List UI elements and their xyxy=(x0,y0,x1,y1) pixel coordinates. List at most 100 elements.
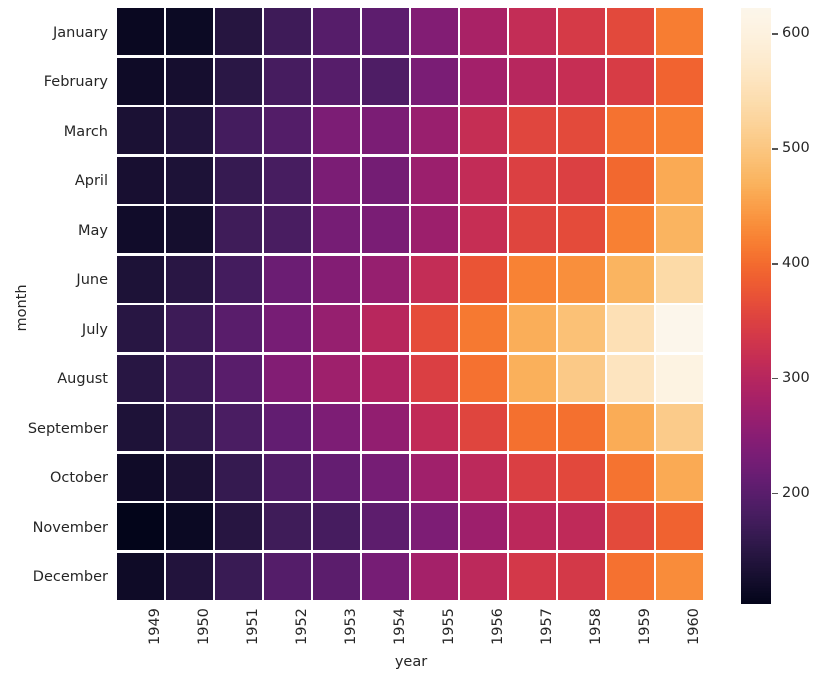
heatmap-cell xyxy=(215,206,262,254)
heatmap-cell xyxy=(313,354,360,402)
heatmap-cell xyxy=(117,404,164,452)
heatmap-cell xyxy=(362,57,409,105)
heatmap-cell xyxy=(558,354,605,402)
y-tick-label: June xyxy=(76,272,108,289)
y-tick-label: August xyxy=(57,371,108,388)
heatmap-cell xyxy=(656,156,703,204)
heatmap-cell xyxy=(607,107,654,155)
heatmap-cell xyxy=(166,552,213,600)
heatmap-cell xyxy=(362,503,409,551)
heatmap-cell xyxy=(509,206,556,254)
heatmap-cell xyxy=(558,305,605,353)
heatmap-cell xyxy=(264,206,311,254)
heatmap-cell xyxy=(362,305,409,353)
heatmap-cell xyxy=(215,404,262,452)
heatmap-cell xyxy=(362,107,409,155)
colorbar-tick-mark xyxy=(772,492,778,495)
heatmap-cell xyxy=(362,404,409,452)
x-tick-label: 1953 xyxy=(342,608,359,645)
y-tick-label: February xyxy=(43,74,108,91)
heatmap-cell xyxy=(264,156,311,204)
heatmap-cell xyxy=(558,503,605,551)
heatmap-cell xyxy=(558,206,605,254)
heatmap-cell xyxy=(558,57,605,105)
colorbar-tick-mark xyxy=(772,33,778,35)
heatmap-cell xyxy=(313,305,360,353)
y-tick-label: April xyxy=(74,173,108,190)
y-tick-label: May xyxy=(78,222,108,239)
heatmap-cell xyxy=(656,57,703,105)
heatmap-cell xyxy=(166,503,213,551)
heatmap-cell xyxy=(509,503,556,551)
heatmap-cell xyxy=(411,503,458,551)
heatmap-cell xyxy=(264,354,311,402)
x-tick-label: 1954 xyxy=(391,608,408,645)
heatmap-cell xyxy=(656,107,703,155)
heatmap-cell xyxy=(313,206,360,254)
y-tick-label: January xyxy=(53,24,108,41)
heatmap-cell xyxy=(460,305,507,353)
heatmap-cell xyxy=(656,503,703,551)
heatmap-cell xyxy=(607,156,654,204)
heatmap-cell xyxy=(509,305,556,353)
heatmap-cell xyxy=(607,305,654,353)
heatmap-cell xyxy=(509,107,556,155)
heatmap-cell xyxy=(362,453,409,501)
heatmap-cell xyxy=(607,57,654,105)
heatmap-cell xyxy=(558,453,605,501)
heatmap-cell xyxy=(656,206,703,254)
heatmap-cell xyxy=(264,57,311,105)
heatmap-cell xyxy=(460,255,507,303)
heatmap-cell xyxy=(264,453,311,501)
heatmap-figure: month January February March April May June Ju… xyxy=(0,0,821,684)
heatmap-cell xyxy=(264,305,311,353)
heatmap-cell xyxy=(264,404,311,452)
heatmap-cell xyxy=(264,8,311,56)
colorbar-tick-mark xyxy=(772,263,778,265)
heatmap-cell xyxy=(117,57,164,105)
y-tick-label: September xyxy=(27,420,108,437)
heatmap-cell xyxy=(215,8,262,56)
heatmap-cell xyxy=(362,552,409,600)
heatmap-cell xyxy=(166,453,213,501)
heatmap-cell xyxy=(607,453,654,501)
heatmap-cell xyxy=(264,107,311,155)
heatmap-cell xyxy=(460,206,507,254)
heatmap-cell xyxy=(656,404,703,452)
heatmap-cell xyxy=(558,552,605,600)
heatmap-cell xyxy=(460,453,507,501)
heatmap-cell xyxy=(264,503,311,551)
x-tick-label: 1959 xyxy=(636,608,653,645)
heatmap-cell xyxy=(509,552,556,600)
heatmap-cell xyxy=(313,503,360,551)
heatmap-cell xyxy=(117,552,164,600)
heatmap-cell xyxy=(411,305,458,353)
heatmap-cell xyxy=(558,156,605,204)
heatmap-cell xyxy=(656,354,703,402)
x-axis-label: year xyxy=(394,654,428,670)
colorbar-tick-label: 600 xyxy=(782,25,810,42)
colorbar-tick-mark xyxy=(772,377,778,380)
colorbar xyxy=(741,8,771,604)
heatmap-cell xyxy=(460,404,507,452)
heatmap-cell xyxy=(411,354,458,402)
heatmap-cell xyxy=(117,255,164,303)
heatmap-cell xyxy=(166,8,213,56)
heatmap-cell xyxy=(607,206,654,254)
colorbar-tick-label: 500 xyxy=(782,140,810,157)
x-tick-label: 1951 xyxy=(244,608,261,645)
heatmap-cell xyxy=(558,107,605,155)
heatmap-cell xyxy=(607,404,654,452)
heatmap-cell xyxy=(411,404,458,452)
heatmap-cell xyxy=(656,453,703,501)
heatmap-cell xyxy=(166,305,213,353)
y-tick-label: March xyxy=(63,123,108,140)
y-tick-label: December xyxy=(32,569,108,586)
heatmap-cell xyxy=(607,503,654,551)
heatmap-cell xyxy=(558,404,605,452)
heatmap-cell xyxy=(607,552,654,600)
heatmap-cell xyxy=(411,107,458,155)
heatmap-cell xyxy=(166,206,213,254)
heatmap-cell xyxy=(460,107,507,155)
heatmap-cell xyxy=(509,453,556,501)
